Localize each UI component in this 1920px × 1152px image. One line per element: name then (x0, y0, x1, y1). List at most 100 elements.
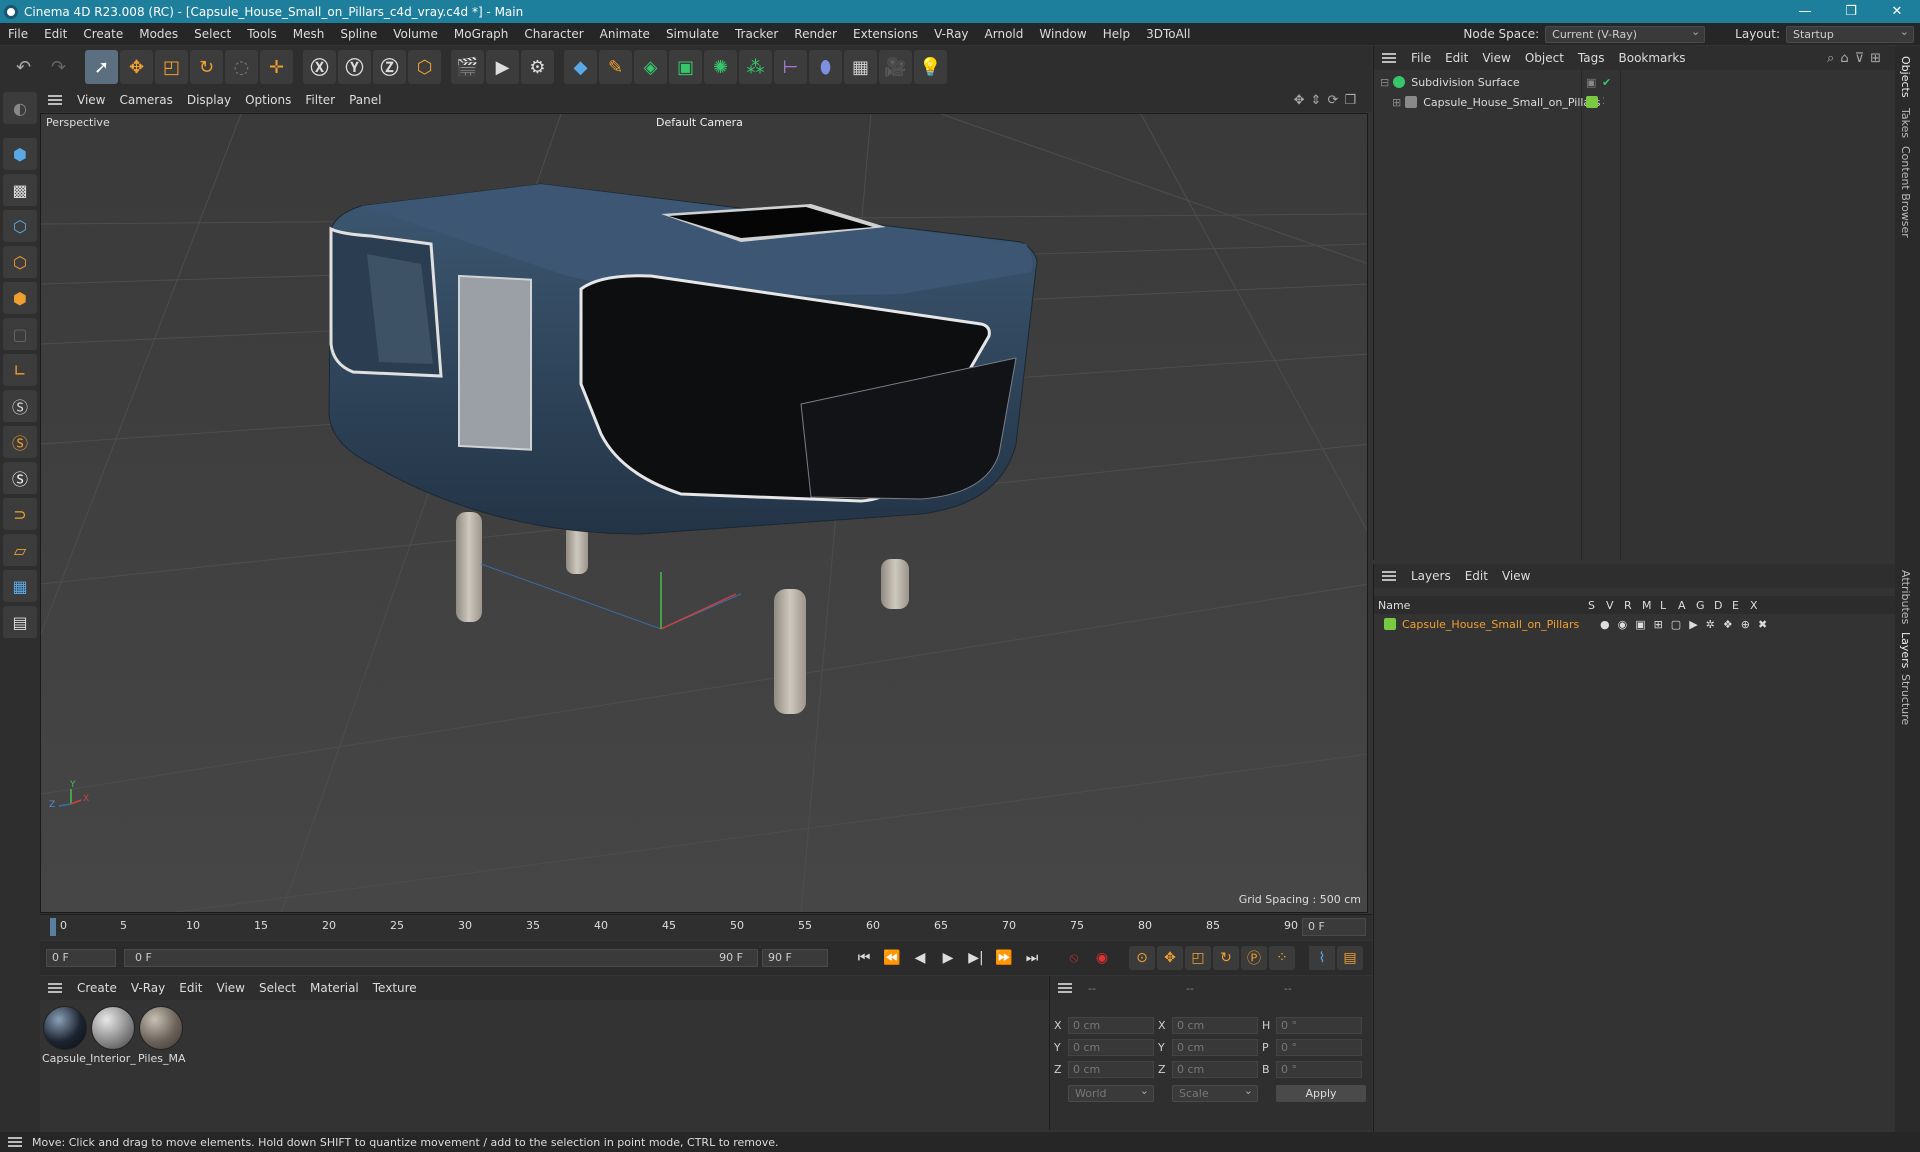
coordinate-space-dropdown[interactable]: World (1068, 1083, 1154, 1102)
rotation-p-field[interactable]: 0 ° (1276, 1038, 1362, 1056)
menu-spline[interactable]: Spline (332, 27, 385, 41)
object-visibility-icon[interactable]: ▣ (1586, 76, 1596, 89)
object-menu-bookmarks[interactable]: Bookmarks (1612, 51, 1693, 65)
coordinate-mode-dropdown[interactable]: Scale (1172, 1083, 1258, 1102)
cube-icon[interactable]: ◆ (564, 50, 597, 84)
material-swatch[interactable]: Interior_ (90, 1006, 136, 1065)
layers-menu-edit[interactable]: Edit (1458, 569, 1495, 583)
menu-vray[interactable]: V-Ray (926, 27, 976, 41)
viewport-menu-cameras[interactable]: Cameras (112, 93, 179, 107)
size-x-field[interactable]: 0 cm (1172, 1016, 1258, 1034)
key-parameter-icon[interactable]: Ⓟ (1241, 946, 1267, 970)
snap-icon[interactable]: Ⓢ (3, 390, 37, 422)
object-row-capsule-house[interactable]: ⊞ Capsule_House_Small_on_Pillars ⁚ (1374, 92, 1895, 112)
material-menu-edit[interactable]: Edit (172, 981, 209, 995)
position-y-field[interactable]: 0 cm (1068, 1038, 1154, 1056)
material-swatch[interactable]: Capsule_ (42, 1006, 91, 1065)
tab-content-browser[interactable]: Content Browser (1899, 146, 1912, 238)
tab-objects[interactable]: Objects (1899, 56, 1912, 98)
material-swatch[interactable]: Piles_MA (138, 1006, 186, 1065)
material-menu-view[interactable]: View (210, 981, 252, 995)
object-menu-file[interactable]: File (1404, 51, 1438, 65)
pen-spline-icon[interactable]: ✎ (599, 50, 632, 84)
menu-simulate[interactable]: Simulate (658, 27, 727, 41)
material-menu-create[interactable]: Create (70, 981, 124, 995)
edges-mode-icon[interactable]: ⬡ (3, 246, 37, 278)
layer-color-swatch[interactable] (1586, 96, 1598, 108)
keyframe-selection-icon[interactable]: ⊙ (1129, 946, 1155, 970)
points-mode-icon[interactable]: ⬡ (3, 210, 37, 242)
viewport-menu-display[interactable]: Display (180, 93, 238, 107)
menu-animate[interactable]: Animate (592, 27, 658, 41)
extrude-icon[interactable]: ▣ (669, 50, 702, 84)
viewport-camera-label[interactable]: Default Camera (656, 116, 743, 129)
play-icon[interactable]: ▶ (935, 946, 961, 970)
size-z-field[interactable]: 0 cm (1172, 1060, 1258, 1078)
layers-menu-layers[interactable]: Layers (1404, 569, 1458, 583)
next-key-icon[interactable]: ⏩ (991, 946, 1017, 970)
workplane-icon[interactable]: ▱ (3, 534, 37, 566)
viewport-menu-view[interactable]: View (70, 93, 112, 107)
rotation-b-field[interactable]: 0 ° (1276, 1060, 1362, 1078)
material-menu-texture[interactable]: Texture (366, 981, 424, 995)
menu-modes[interactable]: Modes (131, 27, 186, 41)
material-menu-select[interactable]: Select (252, 981, 303, 995)
menu-character[interactable]: Character (516, 27, 591, 41)
viewport-menu-filter[interactable]: Filter (298, 93, 342, 107)
key-scale-icon[interactable]: ◰ (1185, 946, 1211, 970)
coordinate-system-icon[interactable]: ⬡ (408, 50, 441, 84)
layout-dropdown[interactable]: Startup (1786, 24, 1914, 43)
key-rotation-icon[interactable]: ↻ (1213, 946, 1239, 970)
snap-settings-icon[interactable]: Ⓢ (3, 426, 37, 458)
menu-window[interactable]: Window (1031, 27, 1094, 41)
tab-attributes[interactable]: Attributes (1899, 570, 1912, 624)
layer-toggle-icons[interactable]: ●◉▣⊞▢▶✲❖⊕✖ (1600, 618, 1775, 631)
tab-structure[interactable]: Structure (1899, 674, 1912, 725)
menu-file[interactable]: File (0, 27, 36, 41)
model-mode-icon[interactable]: ⬢ (3, 138, 37, 170)
viewport-nav-icons[interactable]: ✥⇕⟳❐ (1294, 93, 1362, 108)
position-x-field[interactable]: 0 cm (1068, 1016, 1154, 1034)
move-icon[interactable]: ✥ (120, 50, 153, 84)
key-pla-icon[interactable]: ⁘ (1269, 946, 1295, 970)
menu-volume[interactable]: Volume (385, 27, 446, 41)
object-menu-object[interactable]: Object (1518, 51, 1571, 65)
menu-help[interactable]: Help (1095, 27, 1138, 41)
camera-icon[interactable]: 🎥 (879, 50, 912, 84)
layers-menu-icon[interactable] (1382, 571, 1396, 581)
next-frame-icon[interactable]: ▶| (963, 946, 989, 970)
cloner-icon[interactable]: ✺ (704, 50, 737, 84)
menu-mesh[interactable]: Mesh (285, 27, 333, 41)
menu-select[interactable]: Select (186, 27, 239, 41)
menu-tools[interactable]: Tools (239, 27, 285, 41)
axis-mode-icon[interactable]: ∟ (3, 354, 37, 386)
magnet-icon[interactable]: ⊃ (3, 498, 37, 530)
world-axis-icon[interactable]: ✛ (260, 50, 293, 84)
end-frame-field[interactable]: 90 F (762, 949, 828, 967)
material-menu-vray[interactable]: V-Ray (124, 981, 172, 995)
grid-icon[interactable]: ▦ (3, 570, 37, 602)
redo-icon[interactable]: ↷ (42, 50, 75, 84)
key-position-icon[interactable]: ✥ (1157, 946, 1183, 970)
rotate-icon[interactable]: ↻ (190, 50, 223, 84)
uv-mode-icon[interactable]: ▢ (3, 318, 37, 350)
object-enabled-check-icon[interactable]: ✔ (1602, 76, 1611, 89)
menu-mograph[interactable]: MoGraph (446, 27, 517, 41)
timeline-ruler[interactable]: 0 5 10 15 20 25 30 35 40 45 50 55 60 65 … (40, 914, 1372, 940)
record-icon[interactable]: ⦸ (1061, 946, 1087, 970)
object-search-icons[interactable]: ⌕⌂⊽⊞ (1827, 51, 1887, 66)
go-to-start-icon[interactable]: ⏮ (851, 946, 877, 970)
maximize-button[interactable]: ❐ (1828, 0, 1874, 23)
object-menu-icon[interactable] (1382, 53, 1396, 63)
previous-key-icon[interactable]: ⏪ (879, 946, 905, 970)
previous-frame-icon[interactable]: ◀ (907, 946, 933, 970)
array-icon[interactable]: ⁂ (739, 50, 772, 84)
current-frame-field[interactable]: 0 F (1302, 918, 1366, 936)
object-menu-view[interactable]: View (1475, 51, 1517, 65)
object-row-subdivision[interactable]: ⊟ Subdivision Surface ▣ ✔ (1374, 72, 1895, 92)
bend-deformer-icon[interactable]: ⊢ (774, 50, 807, 84)
3d-viewport[interactable]: Perspective Default Camera Y Z X Grid Sp… (40, 113, 1368, 913)
close-button[interactable]: ✕ (1874, 0, 1920, 23)
go-to-end-icon[interactable]: ⏭ (1019, 946, 1045, 970)
autokey-icon[interactable]: ◉ (1089, 946, 1115, 970)
